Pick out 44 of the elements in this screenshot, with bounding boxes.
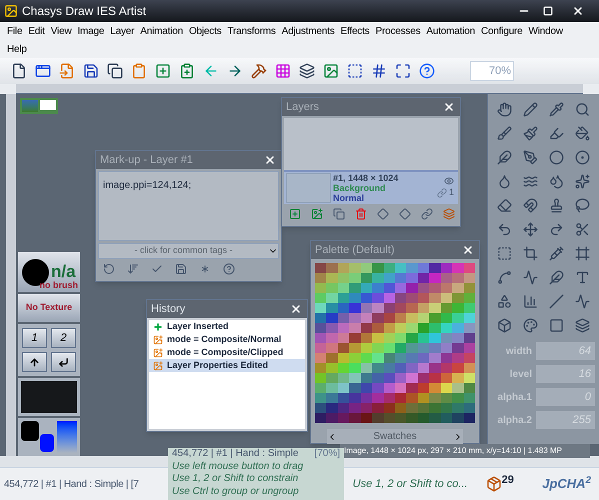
code-text: image.ppi=124,124;: [103, 180, 192, 191]
panel-title: Layers: [286, 100, 320, 115]
layer-size: #1, 1448 × 1024: [333, 173, 398, 183]
tooltip-line: Use 1, 2 or Shift to constrain: [172, 473, 300, 486]
menu-item[interactable]: View: [48, 22, 74, 40]
tooltip-line: Use left mouse button to drag: [172, 460, 304, 473]
image-info-bar: Image, 1448 × 1024 px, 297 × 210 mm, x/y=14:10 | 1.483 MP: [340, 444, 590, 458]
history-item[interactable]: Layer Properties Edited: [149, 359, 305, 372]
menu-item[interactable]: Effects: [338, 22, 372, 40]
blend-mode: Normal: [333, 193, 366, 203]
menu-item[interactable]: Adjustments: [278, 22, 338, 40]
menu-item[interactable]: File: [4, 22, 26, 40]
texture-button[interactable]: No Texture: [18, 294, 80, 322]
menu-item[interactable]: Image: [74, 22, 108, 40]
menu-item[interactable]: Configure: [478, 22, 526, 40]
menu-item[interactable]: Automation: [423, 22, 478, 40]
code-editor[interactable]: image.ppi=124,124;: [98, 171, 279, 241]
menu-item[interactable]: Edit: [25, 22, 48, 40]
key-button[interactable]: 2: [51, 328, 76, 348]
layer-row[interactable]: #1, 1448 × 1024 Background Normal 1: [284, 170, 458, 204]
menu-item[interactable]: Help: [4, 40, 30, 58]
count-text: 29: [502, 472, 514, 488]
menu-item[interactable]: Objects: [186, 22, 224, 40]
layer-name: Background: [333, 183, 387, 193]
brush-name: no brush: [40, 278, 78, 292]
tooltip-line: Use Ctrl to group or ungroup: [172, 486, 300, 498]
status-text: 454,772 | #1 | Hand : Simple | [7: [4, 478, 139, 492]
brand-label: JpCHA$^{2}$: [542, 474, 591, 494]
panel-title: History: [151, 302, 186, 317]
menu-item[interactable]: Transforms: [224, 22, 279, 40]
palette-name: Swatches: [373, 430, 417, 444]
menu-item[interactable]: Animation: [137, 22, 186, 40]
link-count: 1: [448, 186, 454, 200]
window-title: Chasys Draw IES Artist: [22, 3, 146, 20]
panel-title: Mark-up - Layer #1: [100, 152, 193, 168]
status-hint: Use 1, 2 or Shift to co...: [352, 476, 468, 492]
panel-title: Palette (Default): [315, 242, 394, 258]
key-button[interactable]: 1: [22, 328, 47, 348]
zoom-text: [70%]: [314, 448, 340, 460]
menu-item[interactable]: Layer: [107, 22, 138, 40]
menu-item[interactable]: Processes: [372, 22, 424, 40]
menu-item[interactable]: Window: [526, 22, 566, 40]
brush-preview[interactable]: n/a no brush: [18, 252, 80, 292]
tooltip-title: 454,772 | #1 | Hand : Simple: [172, 448, 298, 460]
